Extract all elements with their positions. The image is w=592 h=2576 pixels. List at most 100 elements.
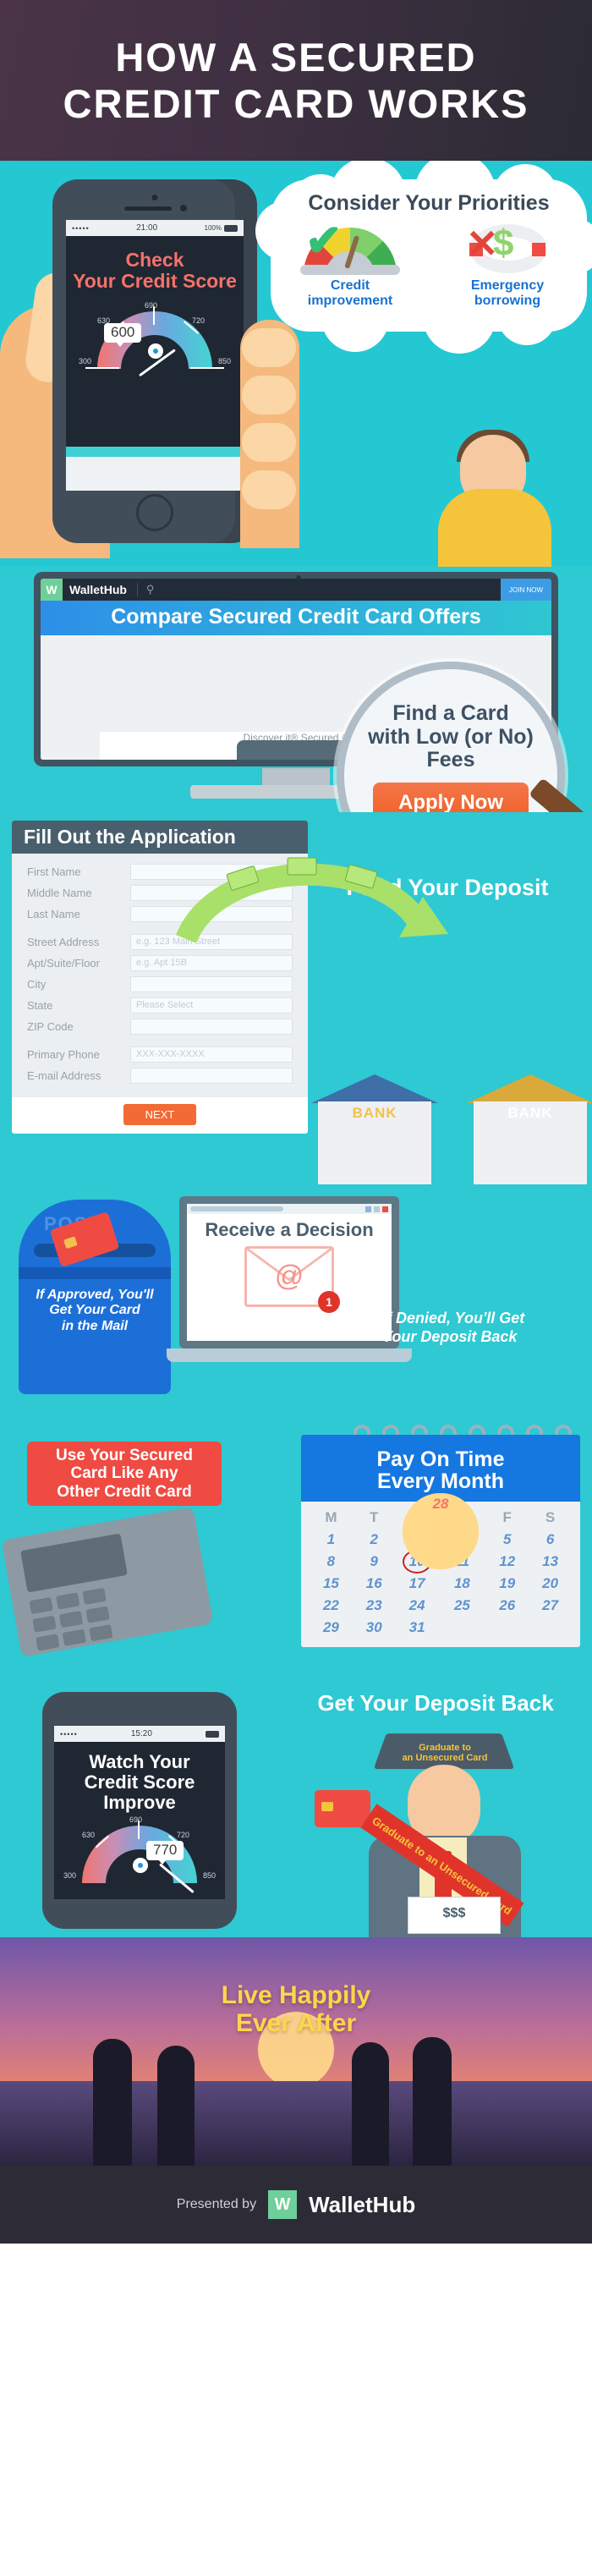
email-at-icon: @ 1 [244, 1246, 340, 1313]
credit-score-gauge-2: 300 850 630 690 720 770 [63, 1815, 216, 1899]
day-cell[interactable]: 12 [485, 1551, 529, 1573]
email-field[interactable] [130, 1068, 293, 1084]
day-cell[interactable]: 13 [529, 1551, 572, 1573]
refund-check: $$$ [408, 1897, 501, 1934]
smartphone-mockup: ••••• 21:00 100% Check Your Credit Score [52, 179, 257, 543]
day-cell[interactable]: 2 [353, 1529, 396, 1551]
watch-score-headline: Watch Your Credit Score Improve [84, 1751, 195, 1814]
decision-screen: Receive a Decision @ 1 [179, 1196, 399, 1348]
day-cell[interactable]: 30 [353, 1617, 396, 1639]
apt-suite-floor-field[interactable]: e.g. Apt 15B [130, 955, 293, 971]
join-now-button[interactable]: JOIN NOW [501, 579, 551, 601]
day-cell[interactable]: 6 [529, 1529, 572, 1551]
day-cell[interactable] [485, 1617, 529, 1639]
deposit-back-title: Get Your Deposit Back [317, 1690, 554, 1716]
unread-badge: 1 [318, 1291, 340, 1313]
wallethub-brand: WalletHub [309, 2191, 416, 2217]
gauge-baseline-left [85, 366, 119, 369]
search-icon[interactable]: ⚲ [136, 583, 154, 596]
state-select[interactable]: Please Select [130, 997, 293, 1013]
lifebuoy-dollar-x-icon: $ ✕ [458, 222, 557, 275]
presented-by-label: Presented by [176, 2197, 257, 2211]
field-label: State [27, 999, 53, 1012]
priority-item-credit-improvement: ✔ Credit improvement [291, 219, 409, 308]
day-cell[interactable]: 20 [529, 1573, 572, 1595]
day-cell[interactable]: 5 [485, 1529, 529, 1551]
day-cell[interactable]: 19 [485, 1573, 529, 1595]
gauge-hub-2 [133, 1857, 148, 1873]
day-cell[interactable]: 15 [310, 1573, 353, 1595]
priority-label-1: Credit improvement [307, 278, 393, 308]
day-cell[interactable]: 18 [438, 1573, 485, 1595]
gauge-min-label-2: 300 [63, 1870, 77, 1880]
day-cell[interactable]: 16 [353, 1573, 396, 1595]
day-cell[interactable]: 29 [310, 1617, 353, 1639]
day-cell[interactable]: 28 [403, 1492, 479, 1569]
gauge-tick-label-690-2: 690 [129, 1815, 143, 1824]
form-row: City [27, 976, 293, 992]
weekday-m: M [325, 1508, 337, 1525]
wallethub-logo-icon: W [268, 2190, 298, 2219]
smartphone-mockup-2: ••••• 15:20 Watch Your Credit Score Impr… [42, 1692, 237, 1929]
bank-label-left: BANK [352, 1105, 397, 1121]
zip-code-field[interactable] [130, 1019, 293, 1035]
speedometer-check-icon: ✔ [300, 219, 400, 275]
weekday-f: F [502, 1508, 512, 1525]
gauge-max-label: 850 [217, 356, 231, 365]
day-cell[interactable]: 25 [438, 1595, 485, 1617]
field-label: Street Address [27, 936, 100, 948]
credit-score-gauge: 300 850 630 690 720 600 [79, 301, 231, 389]
use-card-callout: Use Your Secured Card Like Any Other Cre… [27, 1442, 222, 1506]
credit-score-value: 600 [104, 322, 142, 347]
section-use-card-pay-on-time: Use Your Secured Card Like Any Other Cre… [0, 1425, 592, 1683]
cap-text: Graduate to an Unsecured Card [402, 1743, 488, 1764]
city-field[interactable] [130, 976, 293, 992]
day-cell[interactable]: 8 [310, 1551, 353, 1573]
window-controls[interactable] [365, 1206, 388, 1212]
person-silhouette-2 [157, 2046, 195, 2166]
battery-icon [205, 1730, 219, 1738]
title-line-2: CREDIT CARD WORKS [63, 81, 529, 126]
phone-screen: ••••• 21:00 100% Check Your Credit Score [66, 220, 244, 491]
bank-building-left: BANK [311, 1074, 438, 1184]
form-row: Apt/Suite/Floor e.g. Apt 15B [27, 955, 293, 971]
url-bar[interactable] [190, 1206, 283, 1211]
section-score-improve-deposit-back: ••••• 15:20 Watch Your Credit Score Impr… [0, 1683, 592, 1937]
priority-item-emergency-borrowing: $ ✕ Emergency borrowing [448, 222, 567, 308]
site-name: WalletHub [69, 583, 127, 596]
day-cell[interactable]: 17 [396, 1573, 439, 1595]
primary-phone-field[interactable]: XXX-XXX-XXXX [130, 1046, 293, 1063]
page-title: HOW A SECURED CREDIT CARD WORKS [63, 34, 529, 128]
compare-banner: Compare Secured Credit Card Offers [41, 601, 551, 635]
next-button[interactable]: NEXT [123, 1104, 197, 1125]
graduate-illustration: Graduate to an Unsecured Card Graduate t… [308, 1724, 578, 1937]
phone-status-bar-2: ••••• 15:20 [54, 1726, 225, 1742]
field-label: E-mail Address [27, 1069, 101, 1082]
phone-home-button[interactable] [136, 494, 173, 531]
happy-caption: Live Happily Ever After [221, 1981, 371, 2037]
day-cell[interactable]: 24 [396, 1595, 439, 1617]
field-label: Apt/Suite/Floor [27, 957, 100, 969]
section-compare-offers: W WalletHub ⚲ JOIN NOW Compare Secured C… [0, 567, 592, 890]
day-cell[interactable]: 9 [353, 1551, 396, 1573]
day-cell[interactable]: 26 [485, 1595, 529, 1617]
decision-laptop: Receive a Decision @ 1 [167, 1196, 412, 1374]
day-cell[interactable] [529, 1617, 572, 1639]
day-cell[interactable]: 31 [396, 1617, 439, 1639]
header-banner: HOW A SECURED CREDIT CARD WORKS [0, 0, 592, 161]
day-cell[interactable]: 22 [310, 1595, 353, 1617]
signal-dots-icon: ••••• [60, 1729, 78, 1738]
decision-title: Receive a Decision [205, 1219, 374, 1240]
priorities-list: ✔ Credit improvement $ ✕ Emergency borro… [271, 219, 587, 308]
approved-caption: If Approved, You'll Get Your Card in the… [36, 1288, 154, 1333]
laptop-base [167, 1348, 412, 1362]
phone-headline-line1: Check [125, 249, 184, 271]
day-cell[interactable]: 27 [529, 1595, 572, 1617]
status-time: 21:00 [136, 223, 158, 233]
gauge-tick-label-720-2: 720 [177, 1830, 190, 1839]
day-cell[interactable] [438, 1617, 485, 1639]
laptop-stand [262, 768, 330, 787]
day-cell[interactable]: 23 [353, 1595, 396, 1617]
day-cell[interactable]: 1 [310, 1529, 353, 1551]
form-row: State Please Select [27, 997, 293, 1013]
